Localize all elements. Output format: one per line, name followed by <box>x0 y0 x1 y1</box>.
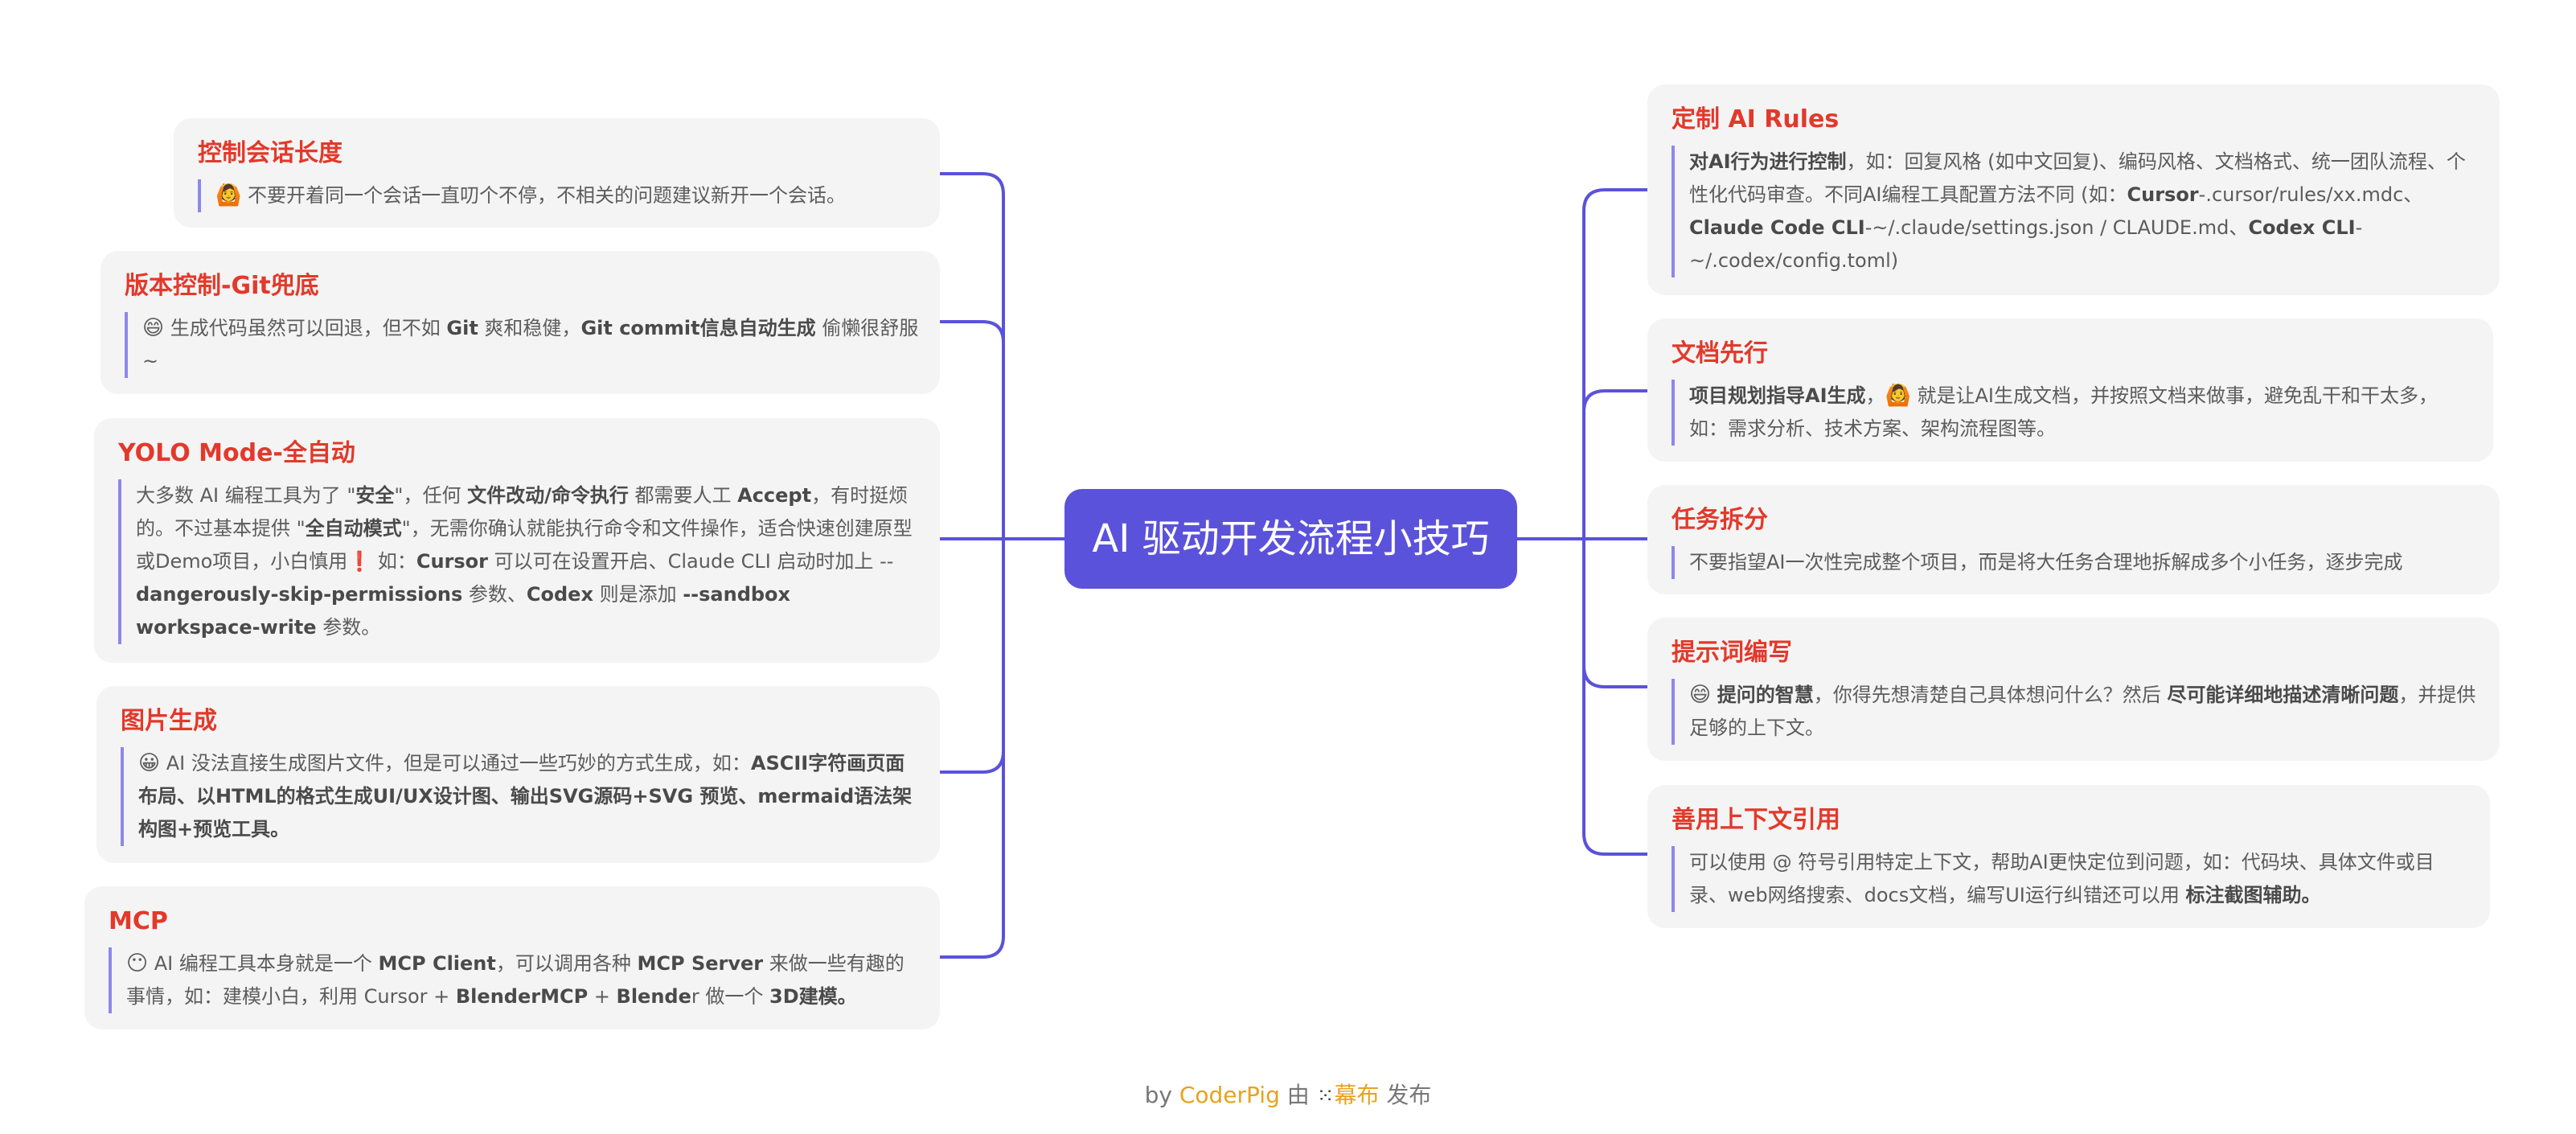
topic-title: 图片生成 <box>121 707 217 735</box>
topic-title: 善用上下文引用 <box>1672 806 1840 834</box>
topic-custom-ai-rules[interactable]: 定制 AI Rules 对AI行为进行控制，如：回复风格 (如中文回复)、编码风… <box>1647 84 2500 295</box>
connector-right-4 <box>1582 537 1648 688</box>
author-link[interactable]: CoderPig <box>1179 1082 1280 1108</box>
topic-note: 🙆 不要开着同一个会话一直叨个不停，不相关的问题建议新开一个会话。 <box>198 179 919 212</box>
topic-image-generation[interactable]: 图片生成 😀 AI 没法直接生成图片文件，但是可以通过一些巧妙的方式生成，如：A… <box>96 686 940 863</box>
topic-task-split[interactable]: 任务拆分 不要指望AI一次性完成整个项目，而是将大任务合理地拆解成多个小任务，逐… <box>1647 485 2500 594</box>
topic-title: 控制会话长度 <box>198 139 343 167</box>
topic-title: 定制 AI Rules <box>1672 105 1840 134</box>
topic-note: 可以使用 @ 符号引用特定上下文，帮助AI更快定位到问题，如：代码块、具体文件或… <box>1672 846 2469 912</box>
emoji-icon: 😄 <box>142 316 165 340</box>
topic-note: 大多数 AI 编程工具为了 "安全"，任何 文件改动/命令执行 都需要人工 Ac… <box>118 479 919 644</box>
topic-note: 😄 生成代码虽然可以回退，但不如 Git 爽和稳健，Git commit信息自动… <box>125 312 919 378</box>
emoji-icon: 🙆 <box>1885 384 1911 408</box>
mubu-logo-icon: ⁙ <box>1316 1084 1335 1108</box>
emoji-icon: 🙆 <box>215 183 242 207</box>
topic-title: YOLO Mode-全自动 <box>118 439 355 467</box>
connector-left-4 <box>939 537 1005 774</box>
connector-left-5 <box>939 750 1005 959</box>
topic-title: 文档先行 <box>1672 339 1768 368</box>
topic-prompt-writing[interactable]: 提示词编写 😄 提问的智慧，你得先想清楚自己具体想问什么？然后 尽可能详细地描述… <box>1647 618 2500 761</box>
footer-credit: by CoderPig 由 ⁙幕布 发布 <box>1144 1082 1432 1108</box>
warning-icon: ❗ <box>347 550 372 573</box>
topic-note: 不要指望AI一次性完成整个项目，而是将大任务合理地拆解成多个小任务，逐步完成 <box>1672 546 2479 579</box>
topic-note: 对AI行为进行控制，如：回复风格 (如中文回复)、编码风格、文档格式、统一团队流… <box>1672 146 2479 277</box>
connector-left-2 <box>939 320 1005 344</box>
connector-left-1 <box>939 172 1005 540</box>
topic-control-session-length[interactable]: 控制会话长度 🙆 不要开着同一个会话一直叨个不停，不相关的问题建议新开一个会话。 <box>174 118 940 228</box>
connector-right-5 <box>1582 664 1648 856</box>
topic-context-reference[interactable]: 善用上下文引用 可以使用 @ 符号引用特定上下文，帮助AI更快定位到问题，如：代… <box>1647 785 2490 928</box>
topic-title: MCP <box>109 907 168 935</box>
central-topic[interactable]: AI 驱动开发流程小技巧 <box>1064 489 1517 589</box>
platform-link[interactable]: 幕布 <box>1334 1082 1379 1108</box>
topic-yolo-mode[interactable]: YOLO Mode-全自动 大多数 AI 编程工具为了 "安全"，任何 文件改动… <box>94 418 940 663</box>
connector-right-2 <box>1582 389 1648 413</box>
topic-note: 项目规划指导AI生成，🙆 就是让AI生成文档，并按照文档来做事，避免乱干和干太多… <box>1672 380 2472 446</box>
topic-title: 任务拆分 <box>1672 506 1768 534</box>
emoji-icon: 😀 <box>138 751 161 775</box>
topic-note: 😀 AI 没法直接生成图片文件，但是可以通过一些巧妙的方式生成，如：ASCII字… <box>121 747 919 846</box>
topic-title: 提示词编写 <box>1672 639 1792 667</box>
emoji-icon: 😶 <box>126 951 149 976</box>
topic-version-control-git[interactable]: 版本控制-Git兜底 😄 生成代码虽然可以回退，但不如 Git 爽和稳健，Git… <box>100 251 940 394</box>
topic-note: 😶 AI 编程工具本身就是一个 MCP Client，可以调用各种 MCP Se… <box>109 947 919 1013</box>
topic-title: 版本控制-Git兜底 <box>125 272 319 300</box>
emoji-icon: 😄 <box>1689 683 1712 707</box>
topic-docs-first[interactable]: 文档先行 项目规划指导AI生成，🙆 就是让AI生成文档，并按照文档来做事，避免乱… <box>1647 318 2493 462</box>
topic-note: 😄 提问的智慧，你得先想清楚自己具体想问什么？然后 尽可能详细地描述清晰问题，并… <box>1672 679 2479 745</box>
connector-right-1 <box>1582 188 1648 540</box>
topic-mcp[interactable]: MCP 😶 AI 编程工具本身就是一个 MCP Client，可以调用各种 MC… <box>84 886 940 1029</box>
